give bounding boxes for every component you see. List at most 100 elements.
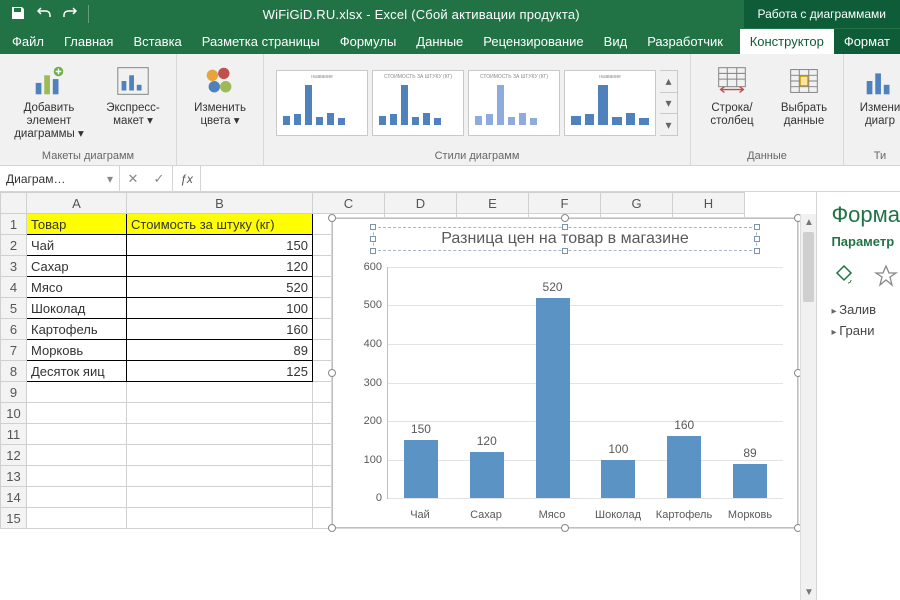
- worksheet[interactable]: A B C D E F G H 1ТоварСтоимость за штуку…: [0, 192, 816, 600]
- cell[interactable]: 150: [127, 235, 313, 256]
- col-header-h[interactable]: H: [673, 193, 745, 214]
- cell[interactable]: [27, 445, 127, 466]
- style-thumb-2[interactable]: СТОИМОСТЬ ЗА ШТУКУ (КГ): [372, 70, 464, 136]
- vertical-scrollbar[interactable]: ▲ ▼: [800, 214, 816, 600]
- name-box[interactable]: Диаграм… ▾: [0, 166, 120, 191]
- bar[interactable]: [404, 440, 438, 498]
- cell[interactable]: [27, 382, 127, 403]
- bar[interactable]: [470, 452, 504, 498]
- style-thumb-3[interactable]: СТОИМОСТЬ ЗА ШТУКУ (КГ): [468, 70, 560, 136]
- resize-handle[interactable]: [561, 214, 569, 222]
- scrollbar-thumb[interactable]: [803, 232, 814, 302]
- styles-gallery-more[interactable]: ▴▾▾: [660, 70, 678, 136]
- expander-fill[interactable]: Залив: [831, 302, 900, 317]
- chart-title[interactable]: Разница цен на товар в магазине: [373, 227, 757, 251]
- fill-line-icon[interactable]: [831, 263, 857, 292]
- tab-formulas[interactable]: Формулы: [330, 29, 407, 54]
- col-header-g[interactable]: G: [601, 193, 673, 214]
- dropdown-icon[interactable]: ▾: [660, 114, 677, 135]
- row-header[interactable]: 15: [1, 508, 27, 529]
- select-all-corner[interactable]: [1, 193, 27, 214]
- cell[interactable]: Мясо: [27, 277, 127, 298]
- bar[interactable]: [536, 298, 570, 498]
- cell[interactable]: [127, 424, 313, 445]
- cell[interactable]: [127, 382, 313, 403]
- enter-formula-icon[interactable]: ✓: [146, 171, 172, 187]
- row-header[interactable]: 12: [1, 445, 27, 466]
- row-header[interactable]: 1: [1, 214, 27, 235]
- row-header[interactable]: 6: [1, 319, 27, 340]
- cell[interactable]: Товар: [27, 214, 127, 235]
- cell[interactable]: 100: [127, 298, 313, 319]
- cell[interactable]: 120: [127, 256, 313, 277]
- row-header[interactable]: 5: [1, 298, 27, 319]
- row-header[interactable]: 10: [1, 403, 27, 424]
- undo-icon[interactable]: [36, 5, 52, 24]
- row-header[interactable]: 3: [1, 256, 27, 277]
- chevron-down-icon[interactable]: ▾: [660, 93, 677, 115]
- cell[interactable]: [127, 508, 313, 529]
- row-header[interactable]: 14: [1, 487, 27, 508]
- cell[interactable]: Чай: [27, 235, 127, 256]
- cell[interactable]: 520: [127, 277, 313, 298]
- change-colors-button[interactable]: Изменить цвета ▾: [185, 58, 255, 128]
- tab-data[interactable]: Данные: [406, 29, 473, 54]
- select-data-button[interactable]: Выбрать данные: [773, 58, 835, 128]
- cell[interactable]: [27, 487, 127, 508]
- style-thumb-1[interactable]: название: [276, 70, 368, 136]
- cell[interactable]: [27, 466, 127, 487]
- resize-handle[interactable]: [328, 369, 336, 377]
- row-header[interactable]: 2: [1, 235, 27, 256]
- quick-layout-button[interactable]: Экспресс-макет ▾: [98, 58, 168, 128]
- resize-handle[interactable]: [328, 214, 336, 222]
- cell[interactable]: [127, 487, 313, 508]
- expander-border[interactable]: Грани: [831, 323, 900, 338]
- cell[interactable]: 89: [127, 340, 313, 361]
- cell[interactable]: Картофель: [27, 319, 127, 340]
- cell[interactable]: [27, 508, 127, 529]
- resize-handle[interactable]: [561, 524, 569, 532]
- cell[interactable]: Шоколад: [27, 298, 127, 319]
- effects-icon[interactable]: [873, 263, 899, 292]
- chevron-up-icon[interactable]: ▴: [660, 71, 677, 93]
- row-header[interactable]: 9: [1, 382, 27, 403]
- cell[interactable]: [127, 445, 313, 466]
- style-thumb-4[interactable]: название: [564, 70, 656, 136]
- formula-input[interactable]: [201, 166, 900, 191]
- cell[interactable]: Сахар: [27, 256, 127, 277]
- col-header-c[interactable]: C: [313, 193, 385, 214]
- embedded-chart[interactable]: Разница цен на товар в магазине 01002003…: [332, 218, 798, 528]
- bar[interactable]: [733, 464, 767, 498]
- bar[interactable]: [601, 460, 635, 498]
- scroll-up-icon[interactable]: ▲: [801, 214, 816, 230]
- cell[interactable]: 160: [127, 319, 313, 340]
- tab-file[interactable]: Файл: [2, 29, 54, 54]
- tab-home[interactable]: Главная: [54, 29, 123, 54]
- col-header-a[interactable]: A: [27, 193, 127, 214]
- col-header-f[interactable]: F: [529, 193, 601, 214]
- cell[interactable]: [27, 403, 127, 424]
- cell[interactable]: [127, 403, 313, 424]
- cell[interactable]: [27, 424, 127, 445]
- cancel-formula-icon[interactable]: ✕: [120, 171, 146, 187]
- save-icon[interactable]: [10, 5, 26, 24]
- cell[interactable]: Морковь: [27, 340, 127, 361]
- row-header[interactable]: 7: [1, 340, 27, 361]
- plot-area[interactable]: 010020030040050060015012052010016089: [387, 267, 783, 499]
- cell[interactable]: [127, 466, 313, 487]
- tab-page-layout[interactable]: Разметка страницы: [192, 29, 330, 54]
- cell[interactable]: Стоимость за штуку (кг): [127, 214, 313, 235]
- tab-view[interactable]: Вид: [594, 29, 638, 54]
- tab-review[interactable]: Рецензирование: [473, 29, 593, 54]
- chart-styles-gallery[interactable]: название СТОИМОСТЬ ЗА ШТУКУ (КГ) СТОИМОС…: [272, 66, 682, 140]
- tab-insert[interactable]: Вставка: [123, 29, 191, 54]
- chevron-down-icon[interactable]: ▾: [107, 172, 113, 186]
- tab-chart-design[interactable]: Конструктор: [740, 29, 834, 54]
- add-chart-element-button[interactable]: Добавить элемент диаграммы ▾: [8, 58, 90, 142]
- redo-icon[interactable]: [62, 5, 78, 24]
- col-header-b[interactable]: B: [127, 193, 313, 214]
- resize-handle[interactable]: [328, 524, 336, 532]
- scroll-down-icon[interactable]: ▼: [801, 584, 816, 600]
- fx-icon[interactable]: ƒx: [173, 166, 201, 191]
- col-header-d[interactable]: D: [385, 193, 457, 214]
